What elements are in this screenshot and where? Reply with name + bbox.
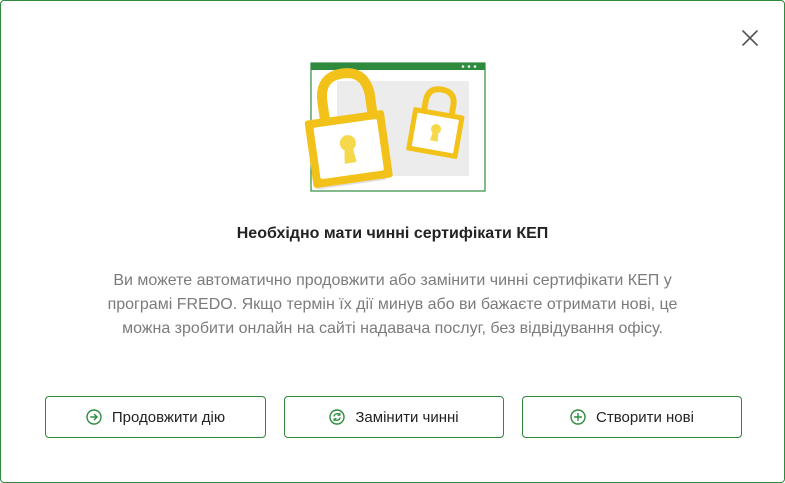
message-line: можна зробити онлайн на сайті надавача п…: [122, 320, 663, 337]
message-line: програмі FREDO. Якщо термін їх дії минув…: [107, 296, 678, 313]
message-line: Ви можете автоматично продовжити або зам…: [113, 272, 672, 289]
arrow-right-circle-icon: [86, 409, 102, 425]
button-label: Продовжити дію: [111, 408, 226, 426]
extend-validity-button[interactable]: Продовжити дію: [45, 396, 266, 438]
close-icon: [742, 30, 758, 46]
certificate-dialog: Необхідно мати чинні сертифікати КЕП Ви …: [0, 0, 785, 483]
dialog-title: Необхідно мати чинні сертифікати КЕП: [236, 225, 549, 242]
button-label: Створити нові: [596, 408, 694, 426]
button-label: Замінити чинні: [355, 408, 459, 426]
refresh-circle-icon: [329, 409, 346, 425]
close-button[interactable]: [738, 26, 762, 50]
create-new-button[interactable]: Створити нові: [522, 396, 742, 438]
padlocks-illustration: [304, 62, 486, 192]
dialog-message: Ви можете автоматично продовжити або зам…: [61, 269, 724, 341]
replace-current-button[interactable]: Замінити чинні: [284, 396, 504, 438]
plus-circle-icon: [570, 409, 586, 425]
